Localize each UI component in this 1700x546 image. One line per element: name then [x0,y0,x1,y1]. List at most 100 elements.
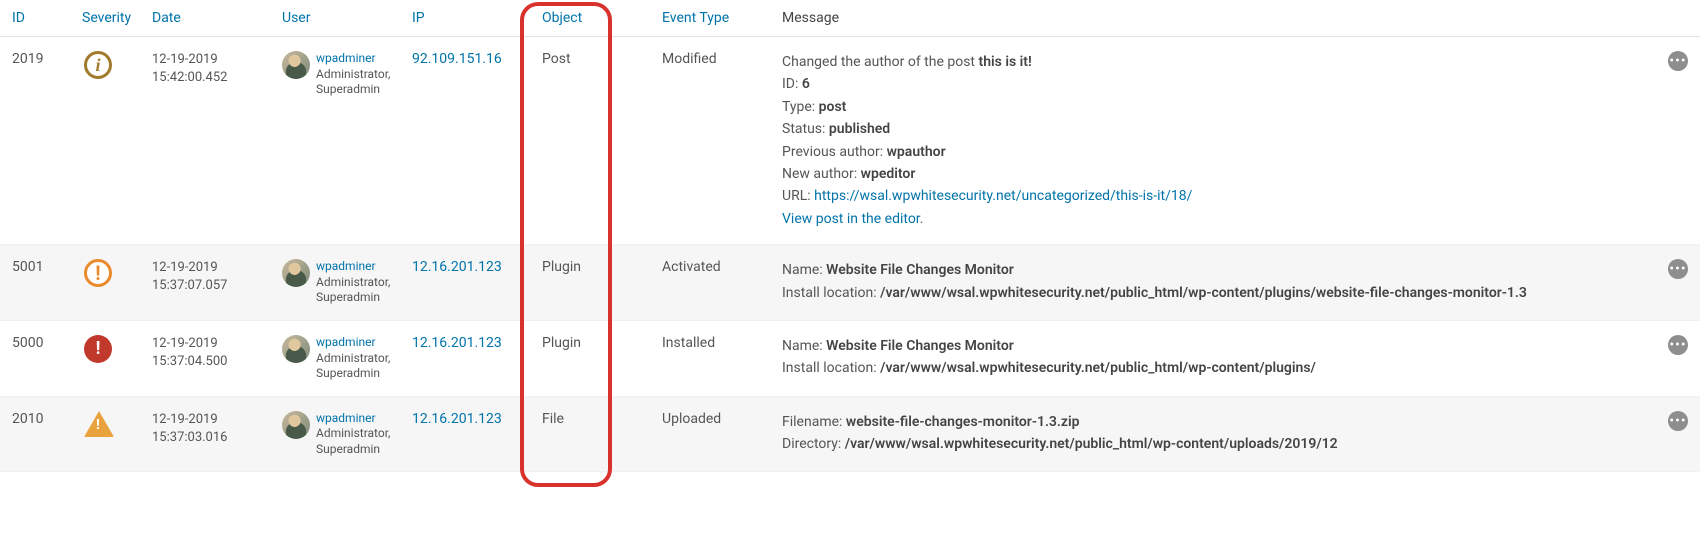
ellipsis-icon: ••• [1669,338,1686,352]
user-role: Administrator, [316,67,390,83]
avatar [282,335,310,363]
col-header-user[interactable]: User [270,0,400,37]
date-value: 12-19-2019 [152,259,258,277]
cell-id: 2010 [0,396,70,472]
user-link[interactable]: wpadminer [316,335,390,351]
user-role: Administrator, [316,275,390,291]
msg-text: . [920,211,924,227]
cell-message: Filename: website-file-changes-monitor-1… [770,396,1650,472]
more-button[interactable]: ••• [1668,411,1688,431]
msg-bold: this is it! [978,54,1031,70]
cell-date: 12-19-2019 15:37:04.500 [140,320,270,396]
cell-severity: ! [70,245,140,321]
cell-severity: ! [70,320,140,396]
msg-text: Changed the author of the post [782,54,978,70]
msg-bold: wpeditor [861,166,916,182]
ellipsis-icon: ••• [1669,414,1686,428]
msg-label: New author: [782,166,861,182]
user-role: Superadmin [316,82,390,98]
table-row: 5001 ! 12-19-2019 15:37:07.057 wpadminer… [0,245,1700,321]
col-header-severity[interactable]: Severity [70,0,140,37]
ip-link[interactable]: 12.16.201.123 [412,411,502,427]
view-post-link[interactable]: View post in the editor [782,211,920,227]
avatar [282,411,310,439]
date-value: 12-19-2019 [152,51,258,69]
ellipsis-icon: ••• [1669,54,1686,68]
user-role: Superadmin [316,366,390,382]
col-header-date[interactable]: Date [140,0,270,37]
time-value: 15:42:00.452 [152,69,258,87]
msg-bold: published [829,121,890,137]
cell-user: wpadminer Administrator, Superadmin [270,320,400,396]
more-button[interactable]: ••• [1668,335,1688,355]
url-link[interactable]: https://wsal.wpwhitesecurity.net/uncateg… [814,188,1192,204]
table-header-row: ID Severity Date User IP Object Event Ty… [0,0,1700,37]
cell-date: 12-19-2019 15:37:07.057 [140,245,270,321]
user-link[interactable]: wpadminer [316,259,390,275]
msg-bold: Website File Changes Monitor [826,338,1014,354]
severity-high-icon: ! [84,259,112,287]
msg-bold: /var/www/wsal.wpwhitesecurity.net/public… [880,360,1316,376]
ip-link[interactable]: 12.16.201.123 [412,259,502,275]
user-link[interactable]: wpadminer [316,411,390,427]
msg-bold: wpauthor [887,144,946,160]
cell-object: Plugin [530,245,650,321]
more-button[interactable]: ••• [1668,51,1688,71]
cell-id: 5001 [0,245,70,321]
cell-more: ••• [1650,320,1700,396]
activity-log-table: ID Severity Date User IP Object Event Ty… [0,0,1700,472]
col-header-id[interactable]: ID [0,0,70,37]
cell-date: 12-19-2019 15:37:03.016 [140,396,270,472]
col-header-message: Message [770,0,1650,37]
cell-more: ••• [1650,37,1700,245]
user-link[interactable]: wpadminer [316,51,390,67]
cell-ip: 12.16.201.123 [400,396,530,472]
cell-object: Plugin [530,320,650,396]
msg-label: ID: [782,76,802,92]
cell-ip: 92.109.151.16 [400,37,530,245]
cell-event-type: Installed [650,320,770,396]
more-button[interactable]: ••• [1668,259,1688,279]
cell-event-type: Activated [650,245,770,321]
msg-bold: website-file-changes-monitor-1.3.zip [846,414,1080,430]
msg-bold: post [819,99,847,115]
cell-more: ••• [1650,245,1700,321]
col-header-object[interactable]: Object [530,0,650,37]
msg-label: Install location: [782,285,880,301]
table-row: 2019 i 12-19-2019 15:42:00.452 wpadminer… [0,37,1700,245]
cell-user: wpadminer Administrator, Superadmin [270,396,400,472]
ip-link[interactable]: 92.109.151.16 [412,51,502,67]
msg-label: Directory: [782,436,845,452]
msg-label: Previous author: [782,144,887,160]
severity-warning-icon [84,411,114,437]
cell-severity: i [70,37,140,245]
user-role: Administrator, [316,426,390,442]
cell-object: Post [530,37,650,245]
time-value: 15:37:07.057 [152,277,258,295]
col-header-ip[interactable]: IP [400,0,530,37]
msg-label: Type: [782,99,819,115]
user-role: Superadmin [316,290,390,306]
user-role: Administrator, [316,351,390,367]
avatar [282,51,310,79]
table-row: 5000 ! 12-19-2019 15:37:04.500 wpadminer… [0,320,1700,396]
date-value: 12-19-2019 [152,411,258,429]
cell-date: 12-19-2019 15:42:00.452 [140,37,270,245]
msg-bold: /var/www/wsal.wpwhitesecurity.net/public… [880,285,1527,301]
severity-info-icon: i [84,51,112,79]
cell-id: 5000 [0,320,70,396]
cell-more: ••• [1650,396,1700,472]
cell-message: Name: Website File Changes Monitor Insta… [770,320,1650,396]
msg-label: Name: [782,338,826,354]
cell-event-type: Modified [650,37,770,245]
col-header-event-type[interactable]: Event Type [650,0,770,37]
msg-bold: 6 [802,76,810,92]
time-value: 15:37:04.500 [152,353,258,371]
time-value: 15:37:03.016 [152,429,258,447]
cell-user: wpadminer Administrator, Superadmin [270,37,400,245]
avatar [282,259,310,287]
msg-label: Status: [782,121,829,137]
cell-severity [70,396,140,472]
ip-link[interactable]: 12.16.201.123 [412,335,502,351]
cell-user: wpadminer Administrator, Superadmin [270,245,400,321]
